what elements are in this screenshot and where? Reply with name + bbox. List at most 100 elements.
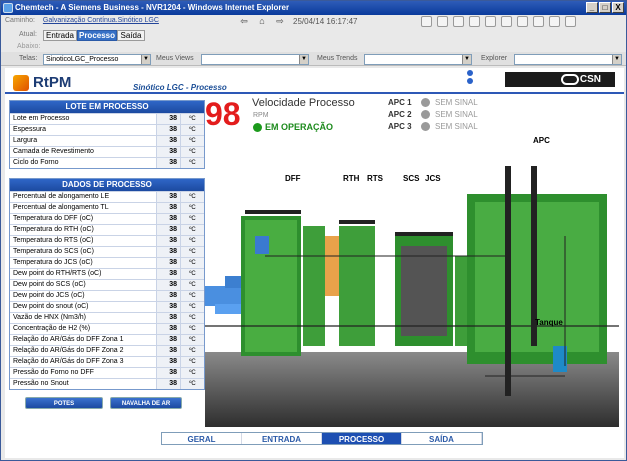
ie-icon bbox=[3, 3, 13, 13]
forward-arrow-icon[interactable]: ⇨ bbox=[275, 16, 285, 26]
dados-row-value: 38 bbox=[156, 214, 180, 224]
dados-row: Dew point do RTH/RTS (oC) 38 ºC bbox=[10, 268, 204, 279]
info-icons bbox=[467, 70, 473, 84]
dados-row-label: Pressão no Snout bbox=[13, 380, 69, 387]
path-label: Caminho: bbox=[5, 17, 35, 24]
trends-select[interactable]: ▼ bbox=[364, 54, 472, 65]
lote-row-label: Espessura bbox=[13, 126, 47, 133]
tab-processo[interactable]: PROCESSO bbox=[322, 433, 402, 444]
chart-icon[interactable] bbox=[517, 16, 528, 27]
print-icon[interactable] bbox=[485, 16, 496, 27]
back-arrow-icon[interactable]: ⇦ bbox=[239, 16, 249, 26]
path-link[interactable]: Galvanização Contínua.Sinótico LGC bbox=[43, 17, 159, 24]
lote-row-value: 38 bbox=[156, 114, 180, 124]
signal-dot-icon bbox=[421, 110, 430, 119]
lote-row-unit: ºC bbox=[180, 125, 204, 135]
undo-icon[interactable] bbox=[421, 16, 432, 27]
lote-row-label: Camada de Revestimento bbox=[13, 148, 94, 155]
dados-row-value: 38 bbox=[156, 203, 180, 213]
timestamp: 25/04/14 16:17:47 bbox=[293, 16, 358, 26]
dados-row-label: Dew point do RTH/RTS (oC) bbox=[13, 270, 102, 277]
dados-row-unit: ºC bbox=[180, 269, 204, 279]
maximize-button[interactable]: □ bbox=[599, 2, 611, 13]
views-select[interactable]: ▼ bbox=[201, 54, 309, 65]
home-icon[interactable]: ⌂ bbox=[257, 16, 267, 26]
main-content: RtPM Sinótico LGC - Processo CSN LOTE EM… bbox=[5, 68, 624, 458]
rts-label: RTS bbox=[367, 174, 383, 183]
help-icon[interactable] bbox=[565, 16, 576, 27]
tab-geral[interactable]: GERAL bbox=[162, 433, 242, 444]
dados-row-unit: ºC bbox=[180, 203, 204, 213]
dados-row-value: 38 bbox=[156, 346, 180, 356]
tab-entrada[interactable]: ENTRADA bbox=[242, 433, 322, 444]
status-dot-icon bbox=[253, 122, 262, 132]
dados-row-label: Temperatura do RTS (oC) bbox=[13, 237, 94, 244]
tools-icon[interactable] bbox=[549, 16, 560, 27]
dados-row-value: 38 bbox=[156, 280, 180, 290]
potes-button[interactable]: POTES bbox=[25, 397, 103, 409]
lote-row-unit: ºC bbox=[180, 158, 204, 168]
dados-row-unit: ºC bbox=[180, 302, 204, 312]
trends-label: Meus Trends bbox=[317, 55, 358, 62]
dados-row-label: Pressão do Forno no DFF bbox=[13, 369, 94, 376]
dados-row-label: Percentual de alongamento LE bbox=[13, 193, 110, 200]
stop-icon[interactable] bbox=[453, 16, 464, 27]
dados-row-value: 38 bbox=[156, 379, 180, 389]
dados-row-value: 38 bbox=[156, 368, 180, 378]
lote-panel: LOTE EM PROCESSO Lote em Processo 38 ºC Esp… bbox=[9, 100, 205, 169]
dados-row: Dew point do snout (oC) 38 ºC bbox=[10, 301, 204, 312]
status-text: EM OPERAÇÃO bbox=[265, 122, 334, 132]
telas-select[interactable]: SinoticoLGC_Processo ▼ bbox=[43, 54, 151, 65]
info-icon[interactable] bbox=[467, 70, 473, 76]
help-icon[interactable] bbox=[467, 78, 473, 84]
tab-saida[interactable]: Saída bbox=[117, 30, 145, 41]
scs-label: SCS bbox=[403, 174, 420, 183]
dados-row-unit: ºC bbox=[180, 225, 204, 235]
dados-row: Pressão no Snout 38 ºC bbox=[10, 378, 204, 389]
breadcrumb: Caminho: Galvanização Contínua.Sinótico … bbox=[5, 17, 159, 24]
logo-text: RtPM bbox=[33, 74, 72, 91]
chevron-down-icon: ▼ bbox=[141, 55, 150, 64]
dados-row-value: 38 bbox=[156, 247, 180, 257]
tab-saida[interactable]: SAÍDA bbox=[402, 433, 482, 444]
title-bar: Chemtech - A Siemens Business - NVR1204 … bbox=[1, 1, 626, 15]
home-alt-icon[interactable] bbox=[533, 16, 544, 27]
tab-processo[interactable]: Processo bbox=[77, 30, 117, 41]
dados-row-label: Concentração de H2 (%) bbox=[13, 325, 91, 332]
dados-row-label: Vazão de HNX (Nm3/h) bbox=[13, 314, 87, 321]
dados-row: Pressão do Forno no DFF 38 ºC bbox=[10, 367, 204, 378]
dados-row-label: Dew point do JCS (oC) bbox=[13, 292, 85, 299]
logo-mark-icon bbox=[13, 74, 29, 91]
minimize-button[interactable]: _ bbox=[586, 2, 598, 13]
dados-row-label: Temperatura do DFF (oC) bbox=[13, 215, 94, 222]
dados-row-label: Relação do AR/Gás do DFF Zona 3 bbox=[13, 358, 124, 365]
refresh-icon[interactable] bbox=[437, 16, 448, 27]
favorites-icon[interactable] bbox=[469, 16, 480, 27]
speed-title: Velocidade Processo bbox=[252, 97, 355, 109]
below-label: Abaixo: bbox=[17, 43, 41, 50]
navalha-button[interactable]: NAVALHA DE AR bbox=[110, 397, 182, 409]
dados-row: Temperatura do RTS (oC) 38 ºC bbox=[10, 235, 204, 246]
dados-row-unit: ºC bbox=[180, 236, 204, 246]
operation-status: EM OPERAÇÃO bbox=[253, 122, 333, 132]
dados-row: Vazão de HNX (Nm3/h) 38 ºC bbox=[10, 312, 204, 323]
csn-brand: CSN bbox=[579, 74, 601, 85]
settings-icon[interactable] bbox=[501, 16, 512, 27]
dados-row-label: Relação do AR/Gás do DFF Zona 2 bbox=[13, 347, 124, 354]
telas-value: SinoticoLGC_Processo bbox=[46, 56, 119, 63]
dados-row-unit: ºC bbox=[180, 346, 204, 356]
lote-row-value: 38 bbox=[156, 158, 180, 168]
dados-row: Concentração de H2 (%) 38 ºC bbox=[10, 323, 204, 334]
dados-row-label: Temperatura do RTH (oC) bbox=[13, 226, 94, 233]
explorer-select[interactable]: ▼ bbox=[514, 54, 622, 65]
lote-row-unit: ºC bbox=[180, 147, 204, 157]
rth-label: RTH bbox=[343, 174, 360, 183]
dados-row-label: Dew point do SCS (oC) bbox=[13, 281, 86, 288]
close-button[interactable]: X bbox=[612, 2, 624, 13]
dados-panel: DADOS DE PROCESSO Percentual de alongame… bbox=[9, 178, 205, 390]
lote-row-label: Ciclo do Forno bbox=[13, 159, 59, 166]
dados-row-value: 38 bbox=[156, 192, 180, 202]
views-label: Meus Views bbox=[156, 55, 194, 62]
window-controls: _ □ X bbox=[586, 2, 624, 13]
tab-entrada[interactable]: Entrada bbox=[43, 30, 77, 41]
